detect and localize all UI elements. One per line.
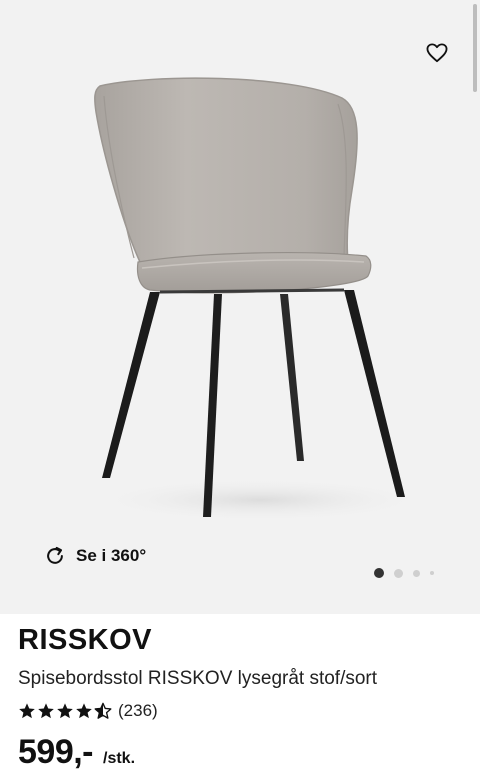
carousel-dot-4[interactable] (430, 571, 434, 575)
star-full-icon (57, 703, 73, 719)
heart-outline-icon (426, 43, 448, 63)
view-360-label: Se i 360° (76, 546, 147, 565)
rating-stars (18, 702, 112, 720)
price-unit: /stk. (103, 750, 136, 767)
star-full-icon (76, 703, 92, 719)
carousel-dot-2[interactable] (394, 568, 403, 578)
star-full-icon (38, 703, 54, 719)
star-full-icon (19, 703, 35, 719)
carousel-dot-1[interactable] (374, 568, 384, 578)
product-image-gallery[interactable]: Se i 360° (0, 0, 480, 614)
product-name: RISSKOV (18, 624, 153, 656)
product-image-chair (90, 77, 430, 522)
product-description: Spisebordsstol RISSKOV lysegråt stof/sor… (18, 668, 378, 689)
favorite-button[interactable] (424, 40, 450, 66)
carousel-pagination[interactable] (374, 568, 434, 578)
carousel-dot-3[interactable] (413, 569, 420, 577)
rotate-icon (47, 546, 63, 564)
star-half-icon (94, 702, 112, 719)
price-row: 599,- /stk. (18, 733, 135, 772)
review-count[interactable]: (236) (118, 701, 158, 721)
price: 599,- (18, 733, 94, 771)
view-360-button[interactable]: Se i 360° (44, 545, 146, 567)
product-rating[interactable]: (236) (18, 701, 158, 721)
